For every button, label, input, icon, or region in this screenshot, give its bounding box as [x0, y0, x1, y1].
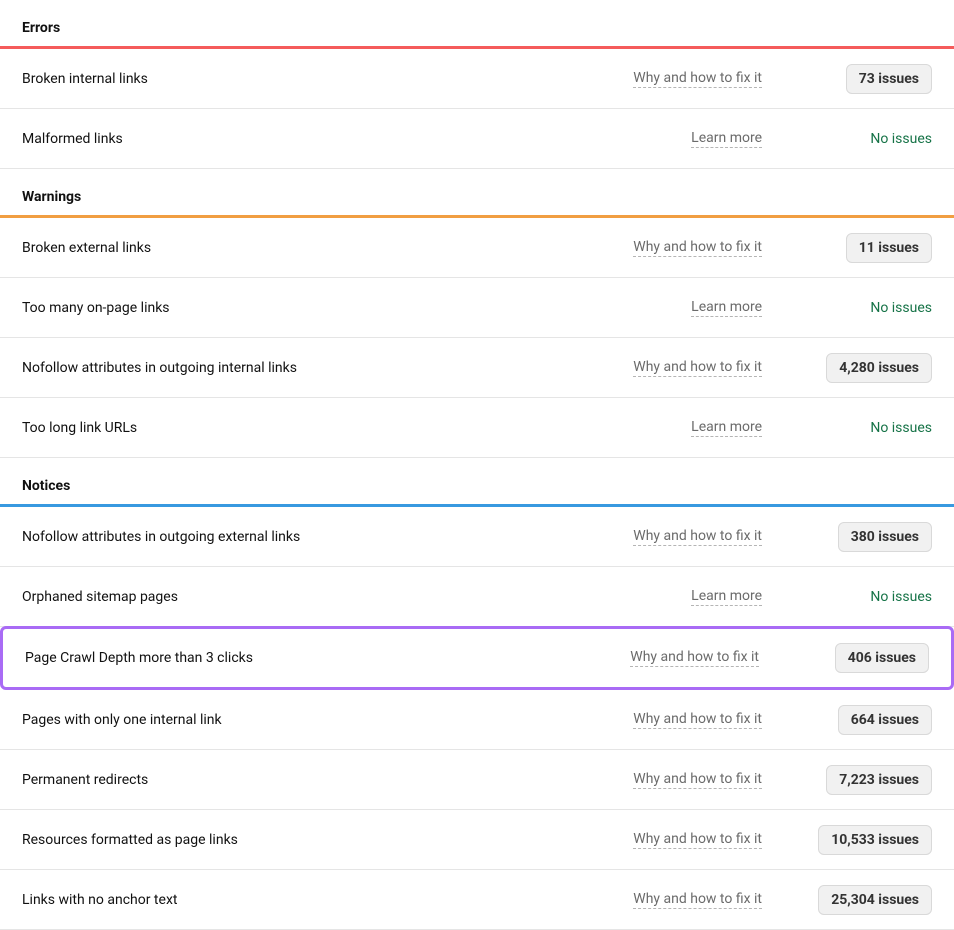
- issue-name: Nofollow attributes in outgoing internal…: [22, 360, 633, 376]
- issue-count-badge[interactable]: 380 issues: [838, 522, 932, 552]
- issue-status: 4,280 issues: [802, 353, 932, 383]
- issue-status: No issues: [802, 589, 932, 605]
- issue-help-link[interactable]: Why and how to fix it: [633, 891, 762, 909]
- issue-help-link[interactable]: Why and how to fix it: [633, 359, 762, 377]
- no-issues-label: No issues: [870, 589, 932, 605]
- issue-name: Nofollow attributes in outgoing external…: [22, 529, 633, 545]
- issue-count-badge[interactable]: 10,533 issues: [818, 825, 932, 855]
- issue-status: 11 issues: [802, 233, 932, 263]
- issue-status: No issues: [802, 300, 932, 316]
- no-issues-label: No issues: [870, 300, 932, 316]
- issue-row: Too long link URLs Learn more No issues: [0, 398, 954, 458]
- issue-row: Malformed links Learn more No issues: [0, 109, 954, 169]
- issue-row: Resources formatted as page links Why an…: [0, 810, 954, 870]
- issue-help-link[interactable]: Why and how to fix it: [633, 771, 762, 789]
- issue-row: Nofollow attributes in outgoing external…: [0, 507, 954, 567]
- issue-help-link[interactable]: Why and how to fix it: [633, 70, 762, 88]
- issue-help-link[interactable]: Learn more: [691, 588, 762, 606]
- issue-row-highlighted: Page Crawl Depth more than 3 clicks Why …: [0, 626, 954, 690]
- issue-count-badge[interactable]: 11 issues: [846, 233, 932, 263]
- issue-count-badge[interactable]: 25,304 issues: [818, 885, 932, 915]
- issue-status: 664 issues: [802, 705, 932, 735]
- issue-count-badge[interactable]: 7,223 issues: [826, 765, 932, 795]
- issue-status: 7,223 issues: [802, 765, 932, 795]
- no-issues-label: No issues: [870, 420, 932, 436]
- issue-help-link[interactable]: Learn more: [691, 299, 762, 317]
- issue-name: Too long link URLs: [22, 420, 691, 436]
- issue-name: Page Crawl Depth more than 3 clicks: [25, 650, 630, 666]
- issue-status: 25,304 issues: [802, 885, 932, 915]
- issue-name: Broken internal links: [22, 71, 633, 87]
- issue-count-badge[interactable]: 73 issues: [846, 64, 932, 94]
- issue-row: Too many on-page links Learn more No iss…: [0, 278, 954, 338]
- issue-count-badge[interactable]: 4,280 issues: [826, 353, 932, 383]
- issue-status: No issues: [802, 420, 932, 436]
- issue-help-link[interactable]: Why and how to fix it: [630, 649, 759, 667]
- issue-help-link[interactable]: Why and how to fix it: [633, 528, 762, 546]
- issue-status: No issues: [802, 131, 932, 147]
- section-header-warnings: Warnings: [0, 169, 954, 215]
- issue-help-link[interactable]: Learn more: [691, 130, 762, 148]
- issue-status: 380 issues: [802, 522, 932, 552]
- issue-row: Pages with only one internal link Why an…: [0, 690, 954, 750]
- issue-help-link[interactable]: Why and how to fix it: [633, 711, 762, 729]
- issue-name: Malformed links: [22, 131, 691, 147]
- issue-help-link[interactable]: Why and how to fix it: [633, 239, 762, 257]
- issue-count-badge[interactable]: 406 issues: [835, 643, 929, 673]
- issue-name: Broken external links: [22, 240, 633, 256]
- issue-row: Broken external links Why and how to fix…: [0, 218, 954, 278]
- issue-name: Orphaned sitemap pages: [22, 589, 691, 605]
- issue-name: Permanent redirects: [22, 772, 633, 788]
- issue-help-link[interactable]: Learn more: [691, 419, 762, 437]
- issue-name: Too many on-page links: [22, 300, 691, 316]
- issue-status: 406 issues: [799, 643, 929, 673]
- section-header-errors: Errors: [0, 0, 954, 46]
- issue-row: Nofollow attributes in outgoing internal…: [0, 338, 954, 398]
- issue-count-badge[interactable]: 664 issues: [838, 705, 932, 735]
- issue-name: Pages with only one internal link: [22, 712, 633, 728]
- issue-name: Resources formatted as page links: [22, 832, 633, 848]
- issue-row: Permanent redirects Why and how to fix i…: [0, 750, 954, 810]
- issue-row: Broken internal links Why and how to fix…: [0, 49, 954, 109]
- section-header-notices: Notices: [0, 458, 954, 504]
- issue-name: Links with no anchor text: [22, 892, 633, 908]
- issue-row: Orphaned sitemap pages Learn more No iss…: [0, 567, 954, 627]
- issue-help-link[interactable]: Why and how to fix it: [633, 831, 762, 849]
- issue-status: 73 issues: [802, 64, 932, 94]
- issue-row: Links with no anchor text Why and how to…: [0, 870, 954, 930]
- no-issues-label: No issues: [870, 131, 932, 147]
- issue-status: 10,533 issues: [802, 825, 932, 855]
